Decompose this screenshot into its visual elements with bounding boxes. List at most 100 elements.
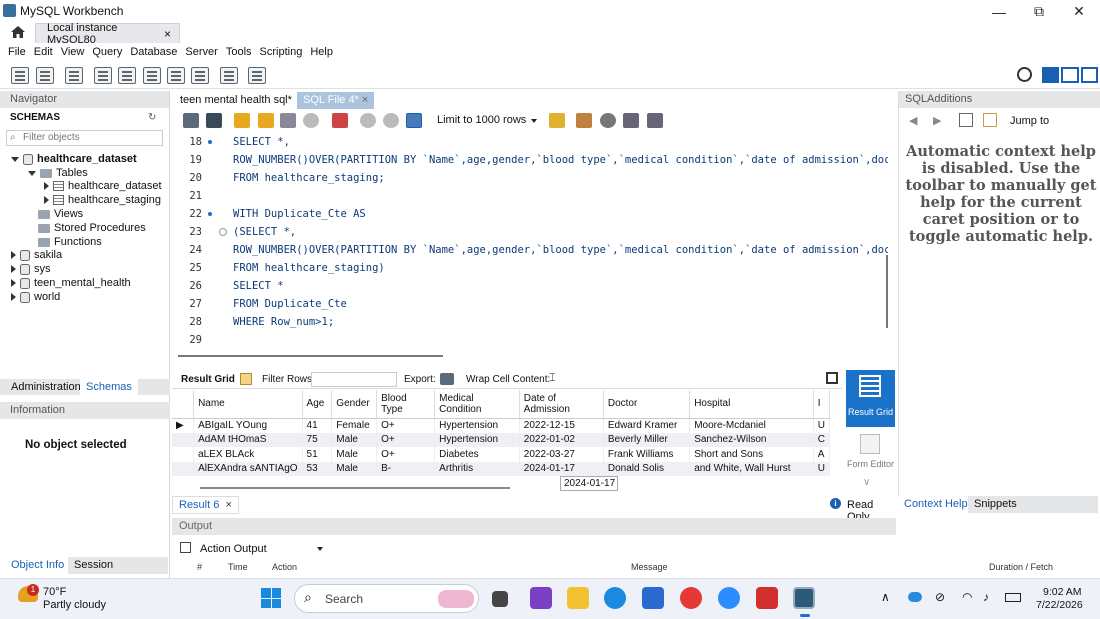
menu-scripting[interactable]: Scripting (260, 46, 303, 58)
inspector-icon[interactable] (65, 67, 83, 84)
toggle-sidebar-icon[interactable] (1042, 67, 1060, 83)
save-icon[interactable] (206, 113, 222, 128)
copilot-icon[interactable] (530, 587, 552, 609)
collapse-arrow-icon[interactable] (11, 251, 16, 259)
grid-horizontal-scrollbar[interactable] (200, 487, 510, 489)
beautify-icon[interactable] (549, 113, 565, 128)
store-icon[interactable] (642, 587, 664, 609)
collapse-arrow-icon[interactable] (11, 265, 16, 273)
create-table-icon[interactable] (118, 67, 136, 84)
views-node[interactable]: Views (38, 208, 83, 220)
cell[interactable]: 75 (302, 432, 333, 447)
cell[interactable]: aLEX BLAck (193, 447, 303, 462)
schema-world[interactable]: world (11, 291, 60, 303)
toggle-output-icon[interactable] (1061, 67, 1079, 83)
cell[interactable]: Donald Solis (603, 461, 691, 476)
cell[interactable]: B- (376, 461, 436, 476)
cell[interactable]: Male (331, 461, 378, 476)
search-table-data-icon[interactable] (220, 67, 238, 84)
toggle-secondary-sidebar-icon[interactable] (1080, 67, 1098, 83)
cell[interactable]: A (813, 447, 830, 462)
copy-output-icon[interactable] (180, 542, 191, 553)
cell[interactable]: 2022-01-02 (519, 432, 604, 447)
form-editor-view-button[interactable]: Form Editor ∨ (846, 432, 895, 488)
col-header-gender[interactable]: Gender (331, 390, 378, 419)
schema-healthcare-dataset[interactable]: healthcare_dataset (11, 153, 137, 165)
auto-commit-icon[interactable] (406, 113, 422, 128)
result-grid[interactable]: Name Age Gender Blood Type Medical Condi… (172, 390, 830, 485)
onedrive-icon[interactable] (908, 592, 922, 602)
tab-schemas[interactable]: Schemas (80, 379, 138, 395)
cell[interactable]: Edward Kramer (603, 418, 691, 433)
cell[interactable]: 2022-03-27 (519, 447, 604, 462)
vpn-off-icon[interactable]: ⊘ (935, 590, 945, 604)
cell[interactable]: Hypertension (434, 418, 520, 433)
toggle-panel-icon[interactable] (826, 372, 838, 384)
cell[interactable]: 53 (302, 461, 333, 476)
edge-icon[interactable] (604, 587, 626, 609)
tab-session[interactable]: Session (68, 557, 168, 574)
menu-database[interactable]: Database (130, 46, 177, 58)
editor-vertical-scrollbar[interactable] (886, 255, 888, 328)
new-sql-tab-icon[interactable] (11, 67, 29, 84)
tab-teen-mental-health-sql[interactable]: teen mental health sql* (174, 92, 298, 109)
collapse-arrow-icon[interactable] (11, 279, 16, 287)
menu-view[interactable]: View (61, 46, 85, 58)
file-explorer-icon[interactable] (567, 587, 589, 609)
table-row[interactable]: aLEX BLAck 51 Male O+ Diabetes 2022-03-2… (172, 447, 830, 462)
tab-snippets[interactable]: Snippets (968, 496, 1098, 513)
weather-temp[interactable]: 70°F (43, 586, 66, 598)
cell[interactable]: Hypertension (434, 432, 520, 447)
row-selector[interactable] (172, 447, 195, 462)
wrap-cell-icon[interactable]: ⌶ (549, 372, 556, 385)
action-output-select[interactable]: Action Output (200, 543, 267, 555)
menu-server[interactable]: Server (185, 46, 217, 58)
create-view-icon[interactable] (143, 67, 161, 84)
cell[interactable]: ABIgaIL YOung (193, 418, 303, 433)
table-row[interactable]: AlEXAndra sANTIAgO 53 Male B- Arthritis … (172, 461, 830, 476)
reconnect-icon[interactable] (248, 67, 266, 84)
chevron-up-icon[interactable]: ∧ (881, 590, 890, 604)
row-selector[interactable] (172, 461, 195, 476)
clock-date[interactable]: 7/22/2026 (1036, 599, 1083, 611)
col-header-age[interactable]: Age (302, 390, 333, 419)
col-header-date-of-admission[interactable]: Date of Admission (519, 390, 604, 419)
tab-administration[interactable]: Administration (11, 381, 81, 393)
task-view-icon[interactable] (492, 591, 508, 607)
cell[interactable]: Short and Sons (689, 447, 814, 462)
wifi-icon[interactable]: ◠ (962, 590, 972, 604)
zoom-icon[interactable] (718, 587, 740, 609)
filter-rows-input[interactable] (311, 372, 397, 387)
cell[interactable]: 41 (302, 418, 333, 433)
collapse-arrow-icon[interactable] (44, 196, 49, 204)
open-sql-script-icon[interactable] (36, 67, 54, 84)
maximize-button[interactable]: ⧉ (1019, 0, 1059, 23)
cell[interactable]: AdAM tHOmaS (193, 432, 303, 447)
table-row[interactable]: ▶ ABIgaIL YOung 41 Female O+ Hypertensio… (172, 418, 830, 433)
create-schema-icon[interactable] (94, 67, 112, 84)
functions-node[interactable]: Functions (38, 236, 102, 248)
close-tab-icon[interactable]: × (225, 499, 231, 511)
home-icon[interactable] (10, 24, 26, 40)
rollback-icon[interactable] (383, 113, 399, 128)
col-header-hospital[interactable]: Hospital (689, 390, 814, 419)
chevron-down-icon[interactable]: ∨ (863, 478, 870, 488)
open-file-icon[interactable] (183, 113, 199, 128)
col-header-name[interactable]: Name (193, 390, 303, 419)
tables-node[interactable]: Tables (28, 167, 88, 179)
chevron-down-icon[interactable] (317, 547, 323, 551)
execute-current-statement-icon[interactable] (258, 113, 274, 128)
cell[interactable]: and White, Wall Hurst (689, 461, 814, 476)
execute-icon[interactable] (234, 113, 250, 128)
collapse-arrow-icon[interactable] (11, 293, 16, 301)
col-header-blood-type[interactable]: Blood Type (376, 390, 436, 419)
editor-horizontal-scrollbar[interactable] (178, 355, 443, 357)
fold-toggle-icon[interactable] (219, 228, 227, 236)
tab-result-6[interactable]: Result 6 × (172, 496, 239, 514)
col-header-insurance[interactable]: I (813, 390, 830, 419)
preferences-gear-icon[interactable] (1017, 67, 1032, 82)
mysql-workbench-taskbar-icon[interactable] (793, 587, 815, 609)
menu-file[interactable]: File (8, 46, 26, 58)
grid-view-icon[interactable] (240, 373, 252, 385)
menu-tools[interactable]: Tools (226, 46, 252, 58)
